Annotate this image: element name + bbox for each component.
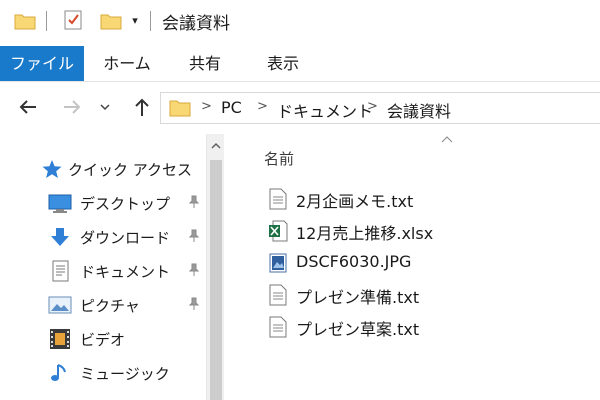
breadcrumb-documents[interactable]: ドキュメント: [277, 98, 373, 122]
sidebar-item-label: ドキュメント: [80, 263, 171, 281]
ribbon-tabs: ファイル ホーム 共有 表示: [0, 46, 600, 82]
properties-icon[interactable]: [62, 9, 84, 31]
folder-icon: [169, 100, 191, 117]
forward-arrow-icon[interactable]: [60, 95, 84, 119]
breadcrumb-separator-icon[interactable]: >: [367, 99, 378, 114]
tab-view[interactable]: 表示: [252, 46, 314, 81]
pin-icon[interactable]: [186, 228, 202, 244]
text-file-icon: [269, 284, 287, 306]
file-name: プレゼン準備.txt: [296, 288, 420, 307]
scrollbar-thumb[interactable]: [210, 160, 222, 400]
sidebar-item-videos[interactable]: ビデオ: [0, 322, 206, 356]
toolbar-divider: [150, 11, 151, 31]
file-list: 名前 2月企画メモ.txt 12月売上推移.xlsx DSCF6030.JPG: [240, 134, 600, 400]
breadcrumb-separator-icon[interactable]: >: [201, 99, 212, 114]
sidebar-item-label: ピクチャ: [80, 297, 140, 315]
file-item[interactable]: プレゼン準備.txt: [264, 280, 584, 310]
breadcrumb-pc[interactable]: PC: [221, 98, 242, 117]
star-icon: [42, 160, 62, 178]
folder-icon[interactable]: [14, 10, 36, 32]
sidebar-item-documents[interactable]: ドキュメント: [0, 254, 206, 288]
breadcrumb-current-folder[interactable]: 会議資料: [387, 98, 451, 122]
pin-icon[interactable]: [186, 296, 202, 312]
title-bar: ▾ 会議資料: [0, 0, 600, 46]
customize-toolbar-dropdown[interactable]: ▾: [128, 14, 142, 28]
toolbar-divider: [46, 11, 47, 31]
video-icon: [50, 329, 70, 349]
music-icon: [51, 364, 66, 381]
desktop-icon: [48, 194, 72, 213]
tab-file[interactable]: ファイル: [0, 46, 84, 81]
navigation-pane: クイック アクセス デスクトップ ダウンロード ドキュメント ピクチャ ビデオ …: [0, 134, 230, 400]
file-item[interactable]: 2月企画メモ.txt: [264, 184, 584, 214]
recent-locations-chevron-icon[interactable]: [98, 95, 112, 119]
file-item[interactable]: 12月売上推移.xlsx: [264, 216, 584, 246]
sidebar-item-pictures[interactable]: ピクチャ: [0, 288, 206, 322]
file-item[interactable]: DSCF6030.JPG: [264, 248, 584, 278]
tab-share[interactable]: 共有: [176, 46, 234, 81]
sidebar-item-label: デスクトップ: [80, 195, 171, 213]
sidebar-item-quick-access[interactable]: クイック アクセス: [0, 152, 206, 186]
sidebar-item-desktop[interactable]: デスクトップ: [0, 186, 206, 220]
sidebar-item-label: クイック アクセス: [68, 161, 193, 179]
pin-icon[interactable]: [186, 194, 202, 210]
sidebar-item-label: ミュージック: [80, 365, 170, 383]
window-title: 会議資料: [162, 14, 230, 34]
pictures-icon: [48, 296, 72, 314]
new-folder-icon[interactable]: [100, 10, 122, 32]
image-file-icon: [269, 253, 287, 273]
file-name: DSCF6030.JPG: [296, 252, 412, 271]
breadcrumb-separator-icon[interactable]: >: [257, 99, 268, 114]
up-arrow-icon[interactable]: [130, 95, 154, 119]
file-name: プレゼン草案.txt: [296, 320, 420, 339]
sidebar-item-label: ビデオ: [80, 331, 126, 349]
sort-ascending-icon: [441, 136, 453, 143]
column-header-name[interactable]: 名前: [264, 148, 294, 169]
scroll-up-icon[interactable]: [207, 138, 225, 154]
nav-pane-scrollbar[interactable]: [206, 134, 224, 400]
download-icon: [51, 228, 69, 246]
back-arrow-icon[interactable]: [16, 95, 40, 119]
text-file-icon: [269, 316, 287, 338]
navigation-bar: > PC > ドキュメント > 会議資料: [0, 82, 600, 134]
text-file-icon: [269, 188, 287, 210]
documents-icon: [52, 260, 69, 282]
sidebar-item-music[interactable]: ミュージック: [0, 356, 206, 390]
excel-file-icon: [269, 220, 288, 242]
file-name: 2月企画メモ.txt: [296, 192, 414, 211]
file-name: 12月売上推移.xlsx: [296, 224, 434, 243]
tab-home[interactable]: ホーム: [96, 46, 158, 81]
pin-icon[interactable]: [186, 262, 202, 278]
sidebar-item-downloads[interactable]: ダウンロード: [0, 220, 206, 254]
sidebar-item-label: ダウンロード: [80, 229, 171, 247]
address-bar[interactable]: > PC > ドキュメント > 会議資料: [160, 92, 600, 124]
file-item[interactable]: プレゼン草案.txt: [264, 312, 584, 342]
